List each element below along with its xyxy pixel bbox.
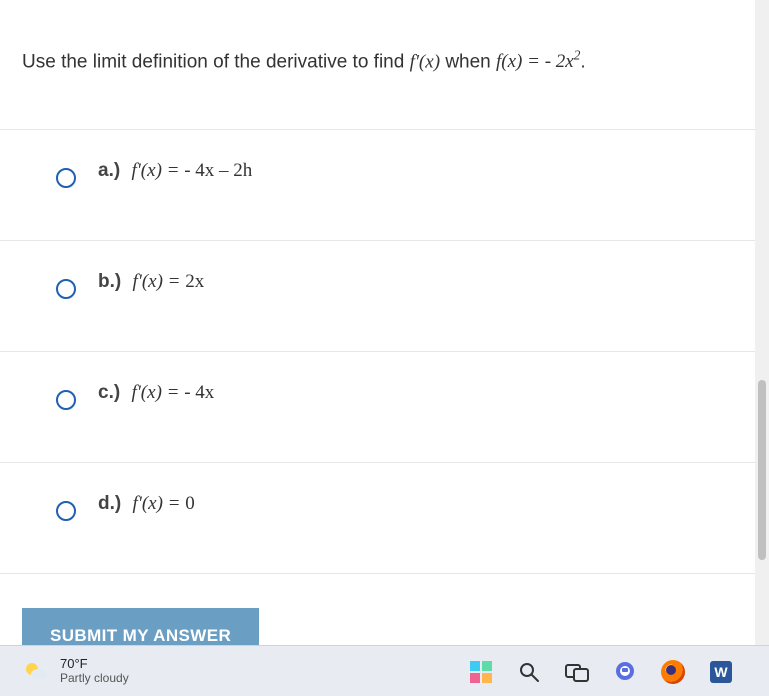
question-fprime: f'(x)	[410, 51, 440, 72]
quiz-content: Use the limit definition of the derivati…	[0, 0, 755, 645]
taskbar: 70°F Partly cloudy	[0, 645, 769, 696]
option-label: c.)	[98, 382, 120, 403]
question-mid: when	[445, 51, 496, 72]
chat-button[interactable]	[612, 659, 638, 685]
option-text: d.) f'(x) = 0	[98, 491, 195, 518]
question-suffix: .	[580, 51, 585, 72]
chat-icon	[613, 660, 637, 684]
windows-logo-icon	[470, 661, 492, 683]
firefox-button[interactable]	[660, 659, 686, 685]
firefox-icon	[661, 660, 685, 684]
option-a[interactable]: a.) f'(x) = - 4x – 2h	[0, 130, 755, 241]
start-button[interactable]	[468, 659, 494, 685]
question-fx: f(x) = - 2x2	[496, 51, 580, 72]
option-text: b.) f'(x) = 2x	[98, 269, 204, 296]
option-text: a.) f'(x) = - 4x – 2h	[98, 158, 252, 185]
option-label: a.)	[98, 160, 120, 181]
option-b[interactable]: b.) f'(x) = 2x	[0, 241, 755, 352]
option-label: b.)	[98, 271, 121, 292]
option-math: f'(x) = 0	[133, 493, 195, 514]
option-text: c.) f'(x) = - 4x	[98, 380, 214, 407]
search-button[interactable]	[516, 659, 542, 685]
submit-wrap: SUBMIT MY ANSWER	[0, 574, 755, 645]
question-prefix: Use the limit definition of the derivati…	[22, 51, 410, 72]
radio-icon[interactable]	[56, 168, 76, 188]
question-text: Use the limit definition of the derivati…	[0, 0, 755, 130]
submit-button[interactable]: SUBMIT MY ANSWER	[22, 608, 259, 645]
word-icon: W	[710, 661, 732, 683]
option-c[interactable]: c.) f'(x) = - 4x	[0, 352, 755, 463]
word-button[interactable]: W	[708, 659, 734, 685]
radio-icon[interactable]	[56, 390, 76, 410]
option-math: f'(x) = - 4x – 2h	[131, 160, 252, 181]
taskbar-center: W	[468, 646, 734, 696]
scrollbar-track[interactable]	[755, 0, 769, 645]
taskbar-weather[interactable]: 70°F Partly cloudy	[0, 646, 129, 696]
radio-icon[interactable]	[56, 279, 76, 299]
weather-icon	[22, 657, 50, 685]
option-d[interactable]: d.) f'(x) = 0	[0, 463, 755, 574]
scrollbar-thumb[interactable]	[758, 380, 766, 560]
weather-desc: Partly cloudy	[60, 672, 129, 685]
task-view-icon	[565, 662, 589, 682]
page-root: Use the limit definition of the derivati…	[0, 0, 769, 696]
option-math: f'(x) = 2x	[133, 271, 205, 292]
weather-temp: 70°F	[60, 657, 129, 671]
option-math: f'(x) = - 4x	[131, 382, 214, 403]
option-label: d.)	[98, 493, 121, 514]
task-view-button[interactable]	[564, 659, 590, 685]
radio-icon[interactable]	[56, 501, 76, 521]
search-icon	[518, 661, 540, 683]
weather-text: 70°F Partly cloudy	[60, 657, 129, 684]
